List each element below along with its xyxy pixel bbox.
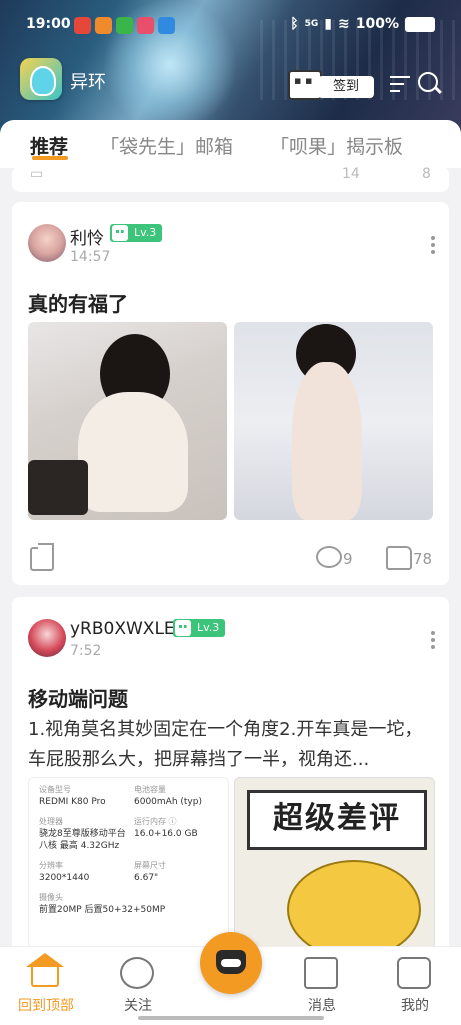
spec-value: 骁龙8至尊版移动平台 八核 最高 4.32GHz: [39, 829, 126, 851]
spec-value: 6000mAh (typ): [134, 797, 202, 807]
taobao-icon: [95, 17, 112, 34]
post-image-meme[interactable]: 超级差评: [234, 777, 435, 949]
message-icon: [304, 957, 338, 989]
robot-icon[interactable]: [288, 70, 322, 100]
more-options-icon[interactable]: [431, 236, 435, 254]
battery-icon: [405, 16, 435, 32]
follow-icon: [120, 957, 154, 989]
previous-post-footer: ▭ 14 8: [12, 166, 449, 192]
figure-bag: [28, 460, 88, 515]
spec-label: 电池容量: [134, 785, 166, 794]
nav-label: 关注: [124, 998, 152, 1014]
spec-label: 运行内存 ⓘ: [134, 817, 177, 826]
nav-follow[interactable]: 关注: [98, 947, 178, 1017]
post-title: 移动端问题: [28, 687, 128, 711]
spec-label: 设备型号: [39, 785, 71, 794]
tab-recommend[interactable]: 推荐: [30, 132, 68, 159]
nav-label: 我的: [401, 998, 429, 1014]
spec-value: 3200*1440: [39, 873, 90, 883]
share-icon[interactable]: [30, 543, 54, 571]
profile-icon: [397, 957, 431, 989]
nav-label: 回到顶部: [18, 998, 74, 1014]
signal-bars-icon: ▮: [324, 16, 332, 32]
like-count: 78: [413, 550, 433, 568]
post-image-specs[interactable]: 设备型号 REDMI K80 Pro 电池容量 6000mAh (typ) 处理器骁…: [28, 777, 229, 949]
header-banner: 19:00 ᛒ 5G ▮ ≋ 100% 异环 签到: [0, 0, 461, 135]
post-time: 7:52: [70, 643, 102, 659]
nav-messages[interactable]: 消息: [282, 947, 362, 1017]
spec-label: 分辨率: [39, 861, 63, 870]
nav-label: 消息: [308, 998, 336, 1014]
post-title: 真的有福了: [28, 292, 128, 316]
search-icon[interactable]: [418, 72, 438, 92]
post-username[interactable]: 利怜: [70, 224, 104, 249]
bluetooth-icon: ᛒ: [290, 16, 299, 32]
home-icon: [31, 967, 59, 987]
home-indicator: [138, 1016, 324, 1020]
spec-label: 摄像头: [39, 893, 63, 902]
netease-icon: [74, 17, 91, 34]
signal-5g-icon: 5G: [304, 19, 319, 29]
status-bar: 19:00 ᛒ 5G ▮ ≋ 100%: [0, 14, 461, 40]
share-icon[interactable]: ▭: [30, 166, 43, 182]
spec-value: 前置20MP 后置50+32+50MP: [39, 905, 166, 915]
tab-mailbox[interactable]: 「袋先生」邮箱: [100, 132, 233, 159]
avatar[interactable]: [28, 619, 66, 657]
post-time: 14:57: [70, 249, 111, 265]
nav-me[interactable]: 我的: [375, 947, 455, 1017]
spec-grid: 设备型号 REDMI K80 Pro 电池容量 6000mAh (typ) 处理器骁…: [39, 784, 228, 924]
app-notification-icon: [158, 17, 175, 34]
notification-icons: [74, 17, 175, 34]
post-image-1[interactable]: [28, 322, 227, 520]
spec-value: 16.0+16.0 GB: [134, 829, 198, 839]
tab-bulletin[interactable]: 「呗果」揭示板: [270, 132, 403, 159]
create-post-button[interactable]: [200, 932, 262, 994]
spec-value: REDMI K80 Pro: [39, 797, 106, 807]
tab-bar: 推荐 「袋先生」邮箱 「呗果」揭示板: [0, 120, 461, 168]
battery-text: 100%: [355, 16, 399, 32]
comment-count: 14: [342, 166, 360, 182]
post-card[interactable]: 利怜 Lv.3 14:57 真的有福了 9 78: [12, 202, 449, 585]
like-count: 8: [422, 166, 431, 182]
comment-icon[interactable]: [316, 546, 342, 568]
figure-body: [292, 362, 362, 520]
wifi-icon: ≋: [338, 16, 350, 32]
status-time: 19:00: [26, 16, 71, 32]
gallery-icon: [137, 17, 154, 34]
status-right: ᛒ 5G ▮ ≋ 100%: [290, 16, 435, 32]
wechat-icon: [116, 17, 133, 34]
post-image-2[interactable]: [234, 322, 433, 520]
spec-label: 处理器: [39, 817, 63, 826]
app-logo[interactable]: [20, 58, 62, 100]
meme-text: 超级差评: [247, 790, 427, 850]
spec-value: 6.67": [134, 873, 159, 883]
post-username[interactable]: yRB0XWXLE: [70, 619, 175, 639]
avatar[interactable]: [28, 224, 66, 262]
signin-button[interactable]: 签到: [318, 76, 374, 98]
post-body: 1.视角莫名其妙固定在一个角度2.开车真是一坨，车屁股那么大，把屏幕挡了一半，视…: [28, 719, 423, 770]
spec-label: 屏幕尺寸: [134, 861, 166, 870]
more-options-icon[interactable]: [431, 631, 435, 649]
menu-icon[interactable]: [390, 76, 410, 92]
level-badge: Lv.3: [173, 619, 226, 637]
nav-back-to-top[interactable]: 回到顶部: [6, 947, 86, 1017]
post-card[interactable]: yRB0XWXLE Lv.3 7:52 移动端问题 1.视角莫名其妙固定在一个角…: [12, 597, 449, 957]
home-roof: [26, 953, 64, 967]
level-badge: Lv.3: [110, 224, 163, 242]
like-icon[interactable]: [386, 546, 412, 570]
comment-count: 9: [343, 550, 353, 568]
app-name: 异环: [70, 72, 106, 93]
tab-active-indicator: [32, 156, 68, 160]
figure-body: [78, 392, 188, 512]
smiley-face: [287, 860, 421, 948]
